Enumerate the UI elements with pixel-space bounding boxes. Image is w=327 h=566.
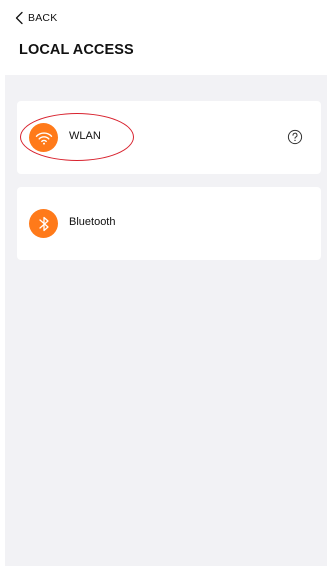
wlan-icon-badge [29, 123, 58, 152]
wifi-icon [35, 131, 52, 145]
wlan-option[interactable]: WLAN [17, 101, 321, 174]
access-options-list: WLAN Bluetooth [5, 75, 327, 566]
page-title: LOCAL ACCESS [19, 42, 134, 58]
bluetooth-label: Bluetooth [69, 216, 116, 228]
bluetooth-icon [38, 216, 49, 231]
bluetooth-icon-badge [29, 209, 58, 238]
help-icon[interactable] [287, 129, 303, 145]
chevron-left-icon [15, 11, 23, 25]
bluetooth-option[interactable]: Bluetooth [17, 187, 321, 260]
header: BACK LOCAL ACCESS [0, 0, 327, 75]
wlan-label: WLAN [69, 130, 101, 142]
back-label: BACK [28, 12, 58, 24]
back-button[interactable]: BACK [14, 9, 57, 27]
